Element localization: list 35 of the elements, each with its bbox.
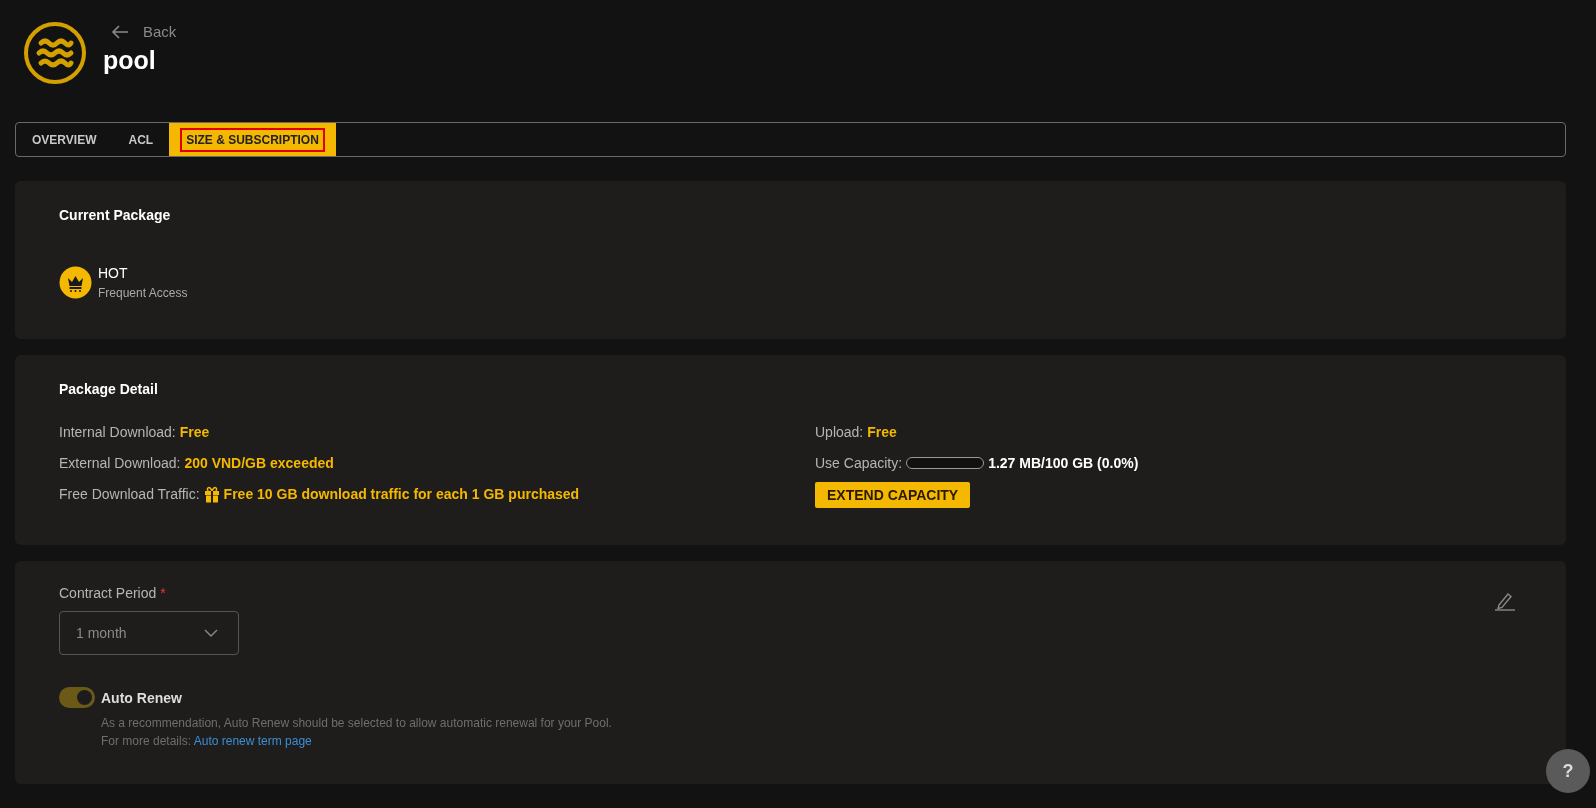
field-value: Free xyxy=(867,424,897,440)
help-button[interactable]: ? xyxy=(1546,749,1590,793)
field-value: Free xyxy=(179,424,210,440)
field-label: Internal Download: xyxy=(59,424,176,440)
crown-badge-icon xyxy=(59,266,92,299)
section-title: Current Package xyxy=(59,207,172,223)
field-label: Use Capacity: xyxy=(815,455,903,471)
tab[interactable]: SIZE & SUBSCRIPTION xyxy=(169,123,336,156)
waves-logo-icon xyxy=(23,21,87,85)
required-mark: * xyxy=(160,585,166,601)
extend-capacity-button[interactable]: EXTEND CAPACITY xyxy=(815,482,971,508)
page-title: pool xyxy=(103,46,157,75)
auto-renew-toggle[interactable] xyxy=(59,687,95,708)
left-arrow-icon xyxy=(111,24,129,39)
field-value: 200 VND/GB exceeded xyxy=(184,455,334,471)
section-title: Package Detail xyxy=(59,381,159,397)
term-link[interactable]: Auto renew term page xyxy=(193,734,312,748)
field-value: Free 10 GB download traffic for each 1 GB purchased xyxy=(223,486,580,502)
help-text: As a recommendation, Auto Renew should be selected to allow automatic renewal for your Pool. xyxy=(101,715,613,732)
tab[interactable]: ACL xyxy=(112,123,170,156)
help-text: For more details: xyxy=(101,734,192,748)
field-label: Contract Period xyxy=(59,585,157,601)
chevron-down-icon xyxy=(204,629,218,637)
gift-icon xyxy=(203,485,220,503)
package-description: Frequent Access xyxy=(98,286,188,300)
field-label: External Download: xyxy=(59,455,181,471)
edit-icon[interactable] xyxy=(1494,591,1516,611)
field-label: Free Download Traffic: xyxy=(59,486,200,502)
package-name: HOT xyxy=(98,265,129,281)
capacity-reading: 1.27 MB/100 GB (0.0%) xyxy=(988,455,1139,471)
field-label: Upload: xyxy=(815,424,864,440)
back-link[interactable]: Back xyxy=(111,23,177,40)
period-select[interactable]: 1 month xyxy=(59,611,239,655)
tab[interactable]: OVERVIEW xyxy=(16,123,113,156)
toggle-label: Auto Renew xyxy=(101,689,182,706)
